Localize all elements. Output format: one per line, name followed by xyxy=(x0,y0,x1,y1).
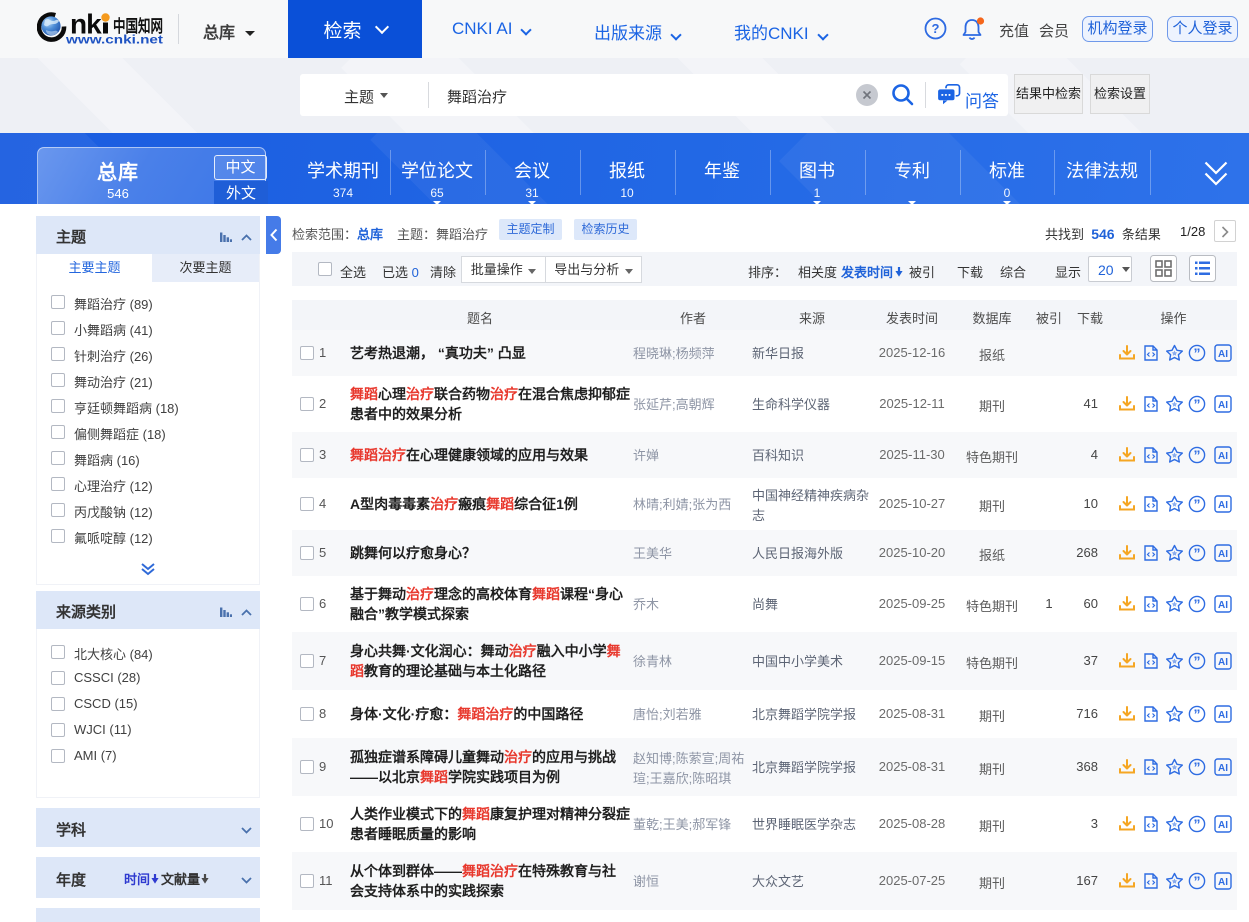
svg-text:”: ” xyxy=(1194,447,1201,463)
svg-text:”: ” xyxy=(1194,653,1201,669)
svg-text:中国知网: 中国知网 xyxy=(113,16,163,36)
svg-text:AI: AI xyxy=(1218,600,1228,611)
svg-text:”: ” xyxy=(1194,759,1201,775)
svg-text:”: ” xyxy=(1194,545,1201,561)
svg-text:www.cnki.net: www.cnki.net xyxy=(65,35,164,47)
svg-text:AI: AI xyxy=(1218,549,1228,560)
svg-text:”: ” xyxy=(1194,596,1201,612)
svg-text:”: ” xyxy=(1194,496,1201,512)
svg-text:AI: AI xyxy=(1218,763,1228,774)
svg-text:AI: AI xyxy=(1218,657,1228,668)
svg-text:AI: AI xyxy=(1218,400,1228,411)
svg-text:AI: AI xyxy=(1218,710,1228,721)
svg-text:”: ” xyxy=(1194,816,1201,832)
svg-text:AI: AI xyxy=(1218,500,1228,511)
svg-text:AI: AI xyxy=(1218,877,1228,888)
svg-text:AI: AI xyxy=(1218,820,1228,831)
svg-text:AI: AI xyxy=(1218,451,1228,462)
svg-text:?: ? xyxy=(932,21,940,36)
svg-text:”: ” xyxy=(1194,396,1201,412)
svg-text:AI: AI xyxy=(1218,349,1228,360)
svg-text:”: ” xyxy=(1194,706,1201,722)
svg-text:”: ” xyxy=(1194,873,1201,889)
svg-text:”: ” xyxy=(1194,345,1201,361)
